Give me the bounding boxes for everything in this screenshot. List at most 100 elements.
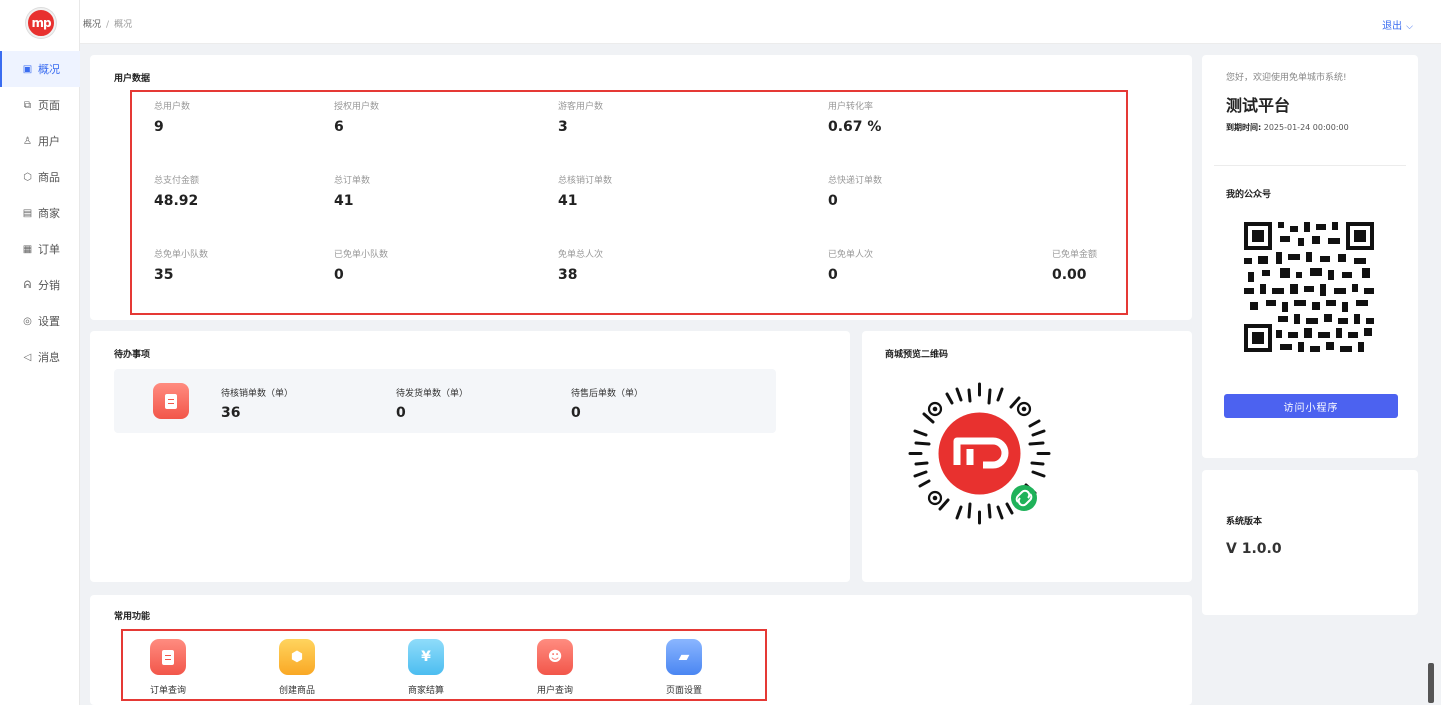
chevron-down-icon: ⌵ — [1406, 22, 1413, 32]
card-title: 用户数据 — [114, 74, 151, 84]
user-query-icon: ☻ — [537, 639, 573, 675]
merchant-settle-icon: ¥ — [408, 639, 444, 675]
logout-label: 退出 — [1382, 21, 1403, 32]
func-label: 订单查询 — [149, 686, 186, 696]
stat-total-orders: 总订单数 41 — [334, 173, 370, 209]
brand-logo[interactable]: mp — [26, 8, 56, 38]
todo-summary: 待核销单数（单） 36 待发货单数（单） 0 待售后单数（单） 0 — [114, 369, 776, 433]
breadcrumb-item[interactable]: 概况 — [83, 20, 101, 30]
box-icon: ⬡ — [23, 171, 32, 183]
sidebar-item-page[interactable]: ⧉ 页面 — [0, 87, 80, 123]
sidebar-item-message[interactable]: ◁ 消息 — [0, 339, 80, 375]
logout-dropdown[interactable]: 退出 ⌵ — [1382, 17, 1413, 32]
expire-label: 到期时间: — [1226, 123, 1262, 132]
stat-label: 已免单人次 — [828, 250, 874, 260]
mall-qr-card: 商城预览二维码 — [862, 331, 1192, 582]
todo-label: 待售后单数（单） — [571, 389, 644, 399]
todo-pending-verify[interactable]: 待核销单数（单） 36 — [221, 386, 293, 421]
todo-value: 0 — [396, 405, 406, 421]
stat-total-users: 总用户数 9 — [154, 99, 190, 135]
sidebar-item-label: 商家 — [38, 207, 60, 220]
clipboard-icon — [153, 383, 189, 419]
sidebar-item-overview[interactable]: ▣ 概况 — [0, 51, 80, 87]
sidebar-item-settings[interactable]: ◎ 设置 — [0, 303, 80, 339]
stat-guest-users: 游客用户数 3 — [558, 99, 603, 135]
stat-value: 38 — [558, 267, 578, 283]
func-label: 创建商品 — [278, 686, 315, 696]
divider — [1214, 165, 1406, 166]
stat-free-total-times: 免单总人次 38 — [558, 247, 603, 283]
create-product-icon: ⬢ — [279, 639, 315, 675]
speaker-icon: ◁ — [23, 351, 32, 363]
mini-program-code-image — [908, 382, 1051, 525]
stat-label: 总免单小队数 — [154, 250, 209, 260]
todo-pending-ship[interactable]: 待发货单数（单） 0 — [396, 386, 468, 421]
page-icon: ⧉ — [23, 99, 32, 111]
stat-verified-orders: 总核销订单数 41 — [558, 173, 612, 209]
user-data-card: 用户数据 总用户数 9 授权用户数 6 游客用户数 3 用户转化率 0.67 %… — [90, 55, 1192, 320]
scrollbar-thumb[interactable] — [1428, 663, 1434, 703]
stat-label: 总用户数 — [154, 102, 191, 112]
stat-free-teams: 总免单小队数 35 — [154, 247, 208, 283]
stat-value: 41 — [334, 193, 354, 209]
user-query-button[interactable]: ☻ 用户查询 — [520, 639, 590, 696]
create-product-button[interactable]: ⬢ 创建商品 — [262, 639, 332, 696]
stat-label: 授权用户数 — [334, 102, 380, 112]
stat-label: 总支付金额 — [154, 176, 200, 186]
version-label: 系统版本 — [1226, 517, 1263, 527]
sidebar-item-label: 概况 — [38, 63, 60, 76]
sidebar-item-order[interactable]: ▦ 订单 — [0, 231, 80, 267]
order-query-button[interactable]: 订单查询 — [133, 639, 203, 696]
stat-conversion-rate: 用户转化率 0.67 % — [828, 99, 881, 135]
common-functions-card: 常用功能 订单查询 ⬢ 创建商品 ¥ 商家结算 ☻ 用户查询 ▰ 页面设置 — [90, 595, 1192, 705]
sidebar-item-user[interactable]: ♙ 用户 — [0, 123, 80, 159]
user-stats-highlight: 总用户数 9 授权用户数 6 游客用户数 3 用户转化率 0.67 % 总支付金… — [130, 90, 1128, 315]
todo-card: 待办事项 待核销单数（单） 36 待发货单数（单） 0 待售后单数（单） 0 — [90, 331, 850, 582]
stat-value: 48.92 — [154, 193, 199, 209]
stat-freed-amount: 已免单金额 0.00 — [1052, 247, 1097, 283]
version-card: 系统版本 V 1.0.0 — [1202, 470, 1418, 615]
sidebar-menu: ▣ 概况 ⧉ 页面 ♙ 用户 ⬡ 商品 ▤ 商家 ▦ 订单 ᕱ 分销 ◎ 设置 — [0, 51, 80, 375]
merchant-settle-button[interactable]: ¥ 商家结算 — [391, 639, 461, 696]
page-settings-button[interactable]: ▰ 页面设置 — [649, 639, 719, 696]
order-query-icon — [150, 639, 186, 675]
breadcrumb-current: 概况 — [114, 20, 133, 30]
share-icon: ᕱ — [23, 279, 32, 291]
stat-value: 0.67 % — [828, 119, 882, 135]
welcome-card: 您好，欢迎使用免单城市系统! 测试平台 到期时间: 2025-01-24 00:… — [1202, 55, 1418, 458]
breadcrumb: 概况 / 概况 — [83, 17, 132, 30]
todo-value: 36 — [221, 405, 241, 421]
chart-icon: ▣ — [22, 63, 33, 75]
stat-authorized-users: 授权用户数 6 — [334, 99, 379, 135]
welcome-greeting: 您好，欢迎使用免单城市系统! — [1226, 73, 1347, 83]
stat-label: 总订单数 — [334, 176, 371, 186]
stat-freed-teams: 已免单小队数 0 — [334, 247, 388, 283]
expire-value: 2025-01-24 00:00:00 — [1263, 123, 1349, 132]
sidebar-item-distribution[interactable]: ᕱ 分销 — [0, 267, 80, 303]
public-account-title: 我的公众号 — [1226, 190, 1272, 200]
stat-total-payment: 总支付金额 48.92 — [154, 173, 199, 209]
sidebar-item-merchant[interactable]: ▤ 商家 — [0, 195, 80, 231]
stat-label: 总快递订单数 — [828, 176, 883, 186]
stat-value: 0 — [828, 267, 838, 283]
expire-info: 到期时间: 2025-01-24 00:00:00 — [1226, 122, 1349, 133]
stat-value: 6 — [334, 119, 344, 135]
platform-name: 测试平台 — [1226, 96, 1291, 115]
stat-value: 35 — [154, 267, 174, 283]
func-label: 页面设置 — [665, 686, 702, 696]
stat-label: 免单总人次 — [558, 250, 604, 260]
user-icon: ♙ — [23, 135, 32, 147]
sidebar-item-label: 商品 — [38, 171, 60, 184]
todo-value: 0 — [571, 405, 581, 421]
stat-express-orders: 总快递订单数 0 — [828, 173, 882, 209]
stat-value: 3 — [558, 119, 568, 135]
sidebar-item-label: 订单 — [38, 243, 60, 256]
stat-label: 游客用户数 — [558, 102, 604, 112]
todo-pending-aftersale[interactable]: 待售后单数（单） 0 — [571, 386, 643, 421]
stat-value: 9 — [154, 119, 164, 135]
sidebar-item-product[interactable]: ⬡ 商品 — [0, 159, 80, 195]
visit-mini-program-button[interactable]: 访问小程序 — [1224, 394, 1398, 418]
stat-value: 41 — [558, 193, 578, 209]
public-account-qr-image — [1244, 222, 1374, 352]
stat-freed-times: 已免单人次 0 — [828, 247, 873, 283]
